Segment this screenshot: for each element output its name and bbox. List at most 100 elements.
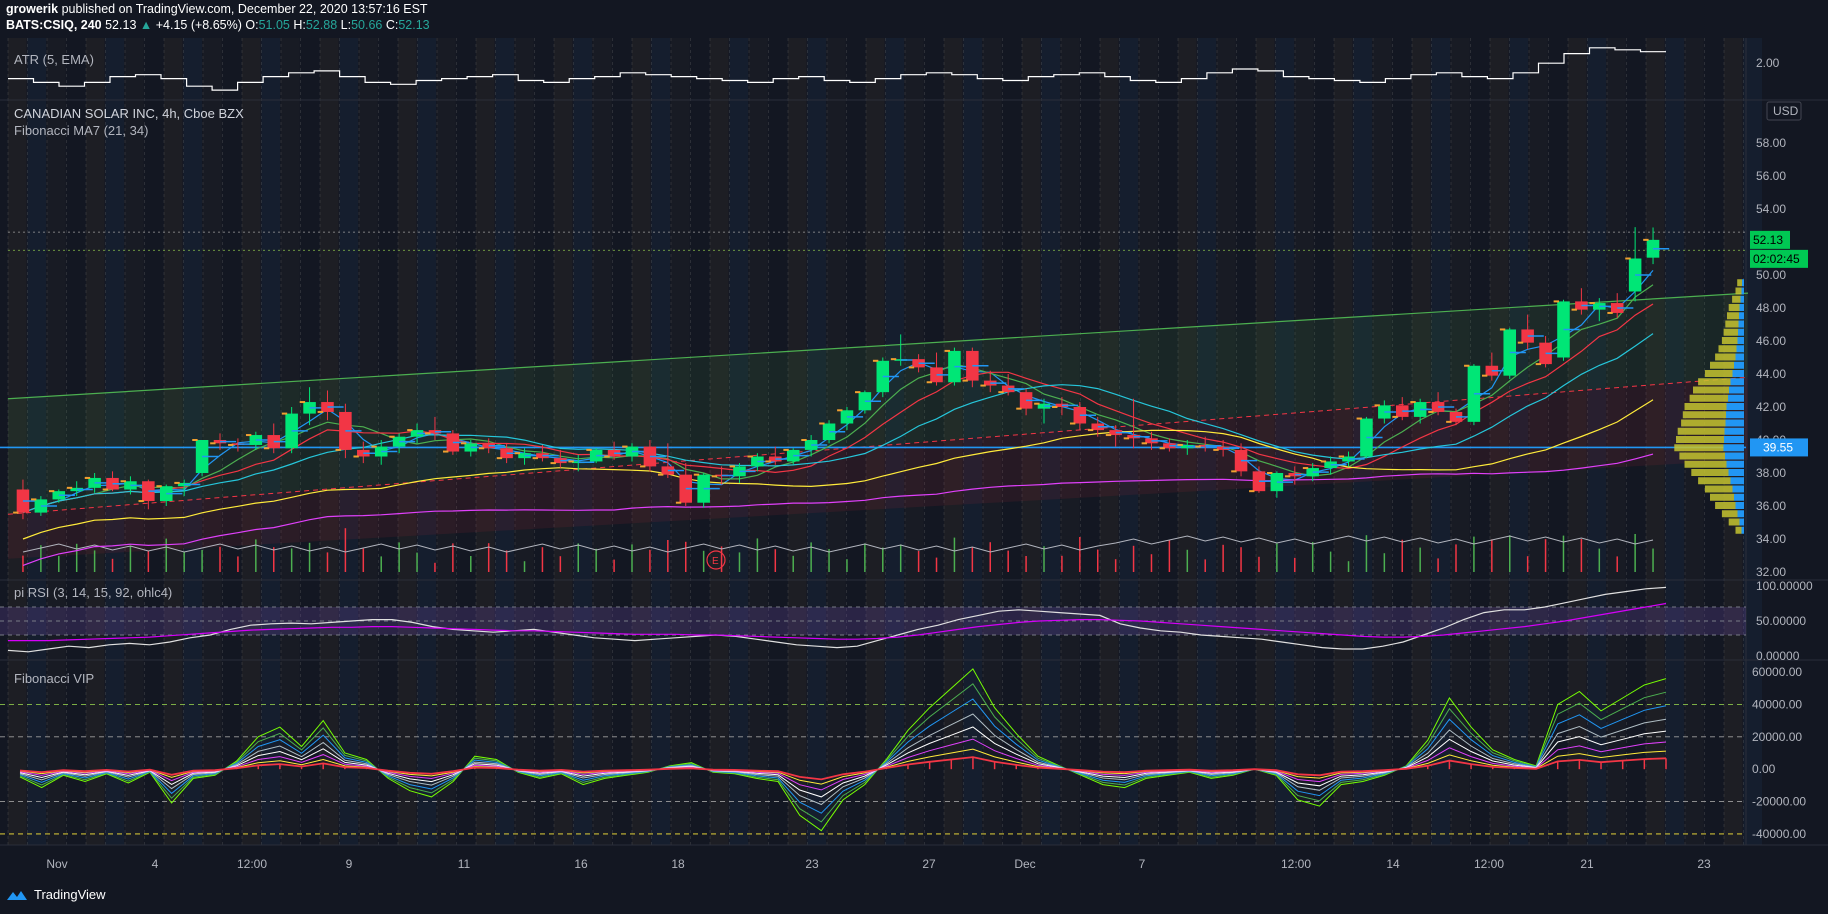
volume-profile-bar bbox=[1682, 411, 1726, 419]
volume-profile-bar bbox=[1676, 436, 1724, 443]
candle-profile-tick bbox=[1553, 300, 1559, 303]
candle-profile-tick bbox=[228, 443, 234, 446]
candle-profile-tick bbox=[872, 359, 879, 362]
volume-profile-bar bbox=[1725, 452, 1744, 460]
candle-profile-tick bbox=[496, 457, 503, 460]
candle-profile-tick bbox=[13, 511, 19, 514]
candle-profile-tick bbox=[855, 391, 861, 394]
candle-profile-tick bbox=[1267, 472, 1273, 474]
time-axis-tick: 18 bbox=[671, 857, 685, 871]
candle-profile-tick bbox=[693, 473, 700, 476]
time-axis-tick: Dec bbox=[1014, 857, 1035, 871]
candle-profile-tick bbox=[1607, 311, 1613, 314]
candle-profile-tick bbox=[1302, 467, 1309, 470]
volume-profile-bar bbox=[1738, 320, 1744, 328]
candle-profile-tick bbox=[747, 455, 753, 458]
candle-profile-tick bbox=[1356, 417, 1362, 420]
volume-profile-bar bbox=[1735, 526, 1742, 534]
rsi-tick: 0.00000 bbox=[1756, 649, 1800, 663]
candle-profile-tick bbox=[962, 379, 968, 382]
candle-profile-tick bbox=[1392, 415, 1398, 418]
volume-profile-bar bbox=[1723, 444, 1744, 452]
currency-label: USD bbox=[1773, 104, 1799, 118]
volume-profile-bar bbox=[1721, 337, 1738, 344]
candle-profile-tick bbox=[389, 435, 395, 438]
volume-profile-bar bbox=[1726, 460, 1744, 468]
brand-text: TradingView bbox=[34, 887, 106, 902]
volume-profile-bar bbox=[1741, 287, 1744, 295]
candle-profile-tick bbox=[675, 501, 682, 504]
candle-profile-tick bbox=[908, 366, 915, 369]
volume-profile-bar bbox=[1728, 518, 1740, 526]
volume-profile-bar bbox=[1689, 394, 1728, 402]
volume-profile-bar bbox=[1691, 469, 1729, 476]
atr-tick: 2.00 bbox=[1756, 56, 1780, 70]
time-axis-tick: 23 bbox=[1697, 857, 1711, 871]
volume-profile-bar bbox=[1681, 419, 1726, 427]
rsi-tick: 50.00000 bbox=[1756, 614, 1806, 628]
candle-profile-tick bbox=[84, 476, 91, 479]
volume-profile-bar bbox=[1710, 493, 1734, 501]
candle-profile-tick bbox=[1123, 437, 1130, 440]
volume-profile-bar bbox=[1738, 328, 1744, 336]
candle-profile-tick bbox=[460, 442, 467, 445]
candle-profile-tick bbox=[1374, 404, 1380, 407]
atr-pane-label[interactable]: ATR (5, EMA) bbox=[14, 52, 94, 67]
time-axis-tick: 12:00 bbox=[237, 857, 267, 871]
candle-profile-tick bbox=[640, 465, 646, 468]
candle-profile-tick bbox=[604, 455, 610, 458]
candle-profile-tick bbox=[1249, 490, 1255, 493]
candle-profile-tick bbox=[729, 465, 735, 468]
candle-profile-tick bbox=[550, 462, 556, 465]
volume-profile-bar bbox=[1721, 510, 1738, 518]
countdown-badge-text: 02:02:45 bbox=[1753, 252, 1800, 266]
tradingview-logo[interactable]: TradingView bbox=[6, 887, 106, 902]
time-axis-tick: 9 bbox=[346, 857, 353, 871]
volume-profile-bar bbox=[1742, 279, 1744, 287]
volume-profile-bar bbox=[1736, 345, 1744, 353]
volume-profile-bar bbox=[1735, 353, 1744, 361]
rsi-tick: 100.00000 bbox=[1756, 579, 1813, 593]
candle-profile-tick bbox=[890, 358, 897, 361]
time-axis-tick: 16 bbox=[574, 857, 588, 871]
candle-profile-tick bbox=[514, 452, 521, 455]
volume-profile-bar bbox=[1737, 337, 1744, 344]
price-tick: 42.00 bbox=[1756, 400, 1786, 414]
vip-pane-label[interactable]: Fibonacci VIP bbox=[14, 671, 94, 686]
volume-profile-bar bbox=[1715, 353, 1736, 361]
candle-profile-tick bbox=[1589, 302, 1595, 305]
main-pane-title[interactable]: CANADIAN SOLAR INC, 4h, Cboe BZX bbox=[14, 106, 244, 121]
candle-profile-tick bbox=[980, 384, 986, 387]
price-tick: 32.00 bbox=[1756, 565, 1786, 579]
time-axis-tick: 12:00 bbox=[1281, 857, 1311, 871]
volume-profile-bar bbox=[1734, 361, 1744, 369]
candle-profile-tick bbox=[1159, 447, 1165, 450]
rsi-pane-label[interactable]: pi RSI (3, 14, 15, 92, ohlc4) bbox=[14, 585, 172, 600]
candle-profile-tick bbox=[371, 445, 377, 448]
volume-profile-bar bbox=[1737, 510, 1744, 518]
candle-profile-tick bbox=[765, 460, 771, 463]
price-tick: 48.00 bbox=[1756, 301, 1786, 315]
ma-indicator-label[interactable]: Fibonacci MA7 (21, 34) bbox=[14, 123, 148, 138]
candle-profile-tick bbox=[586, 448, 592, 451]
volume-profile-bar bbox=[1724, 427, 1744, 435]
price-tick: 44.00 bbox=[1756, 367, 1786, 381]
candle-profile-tick bbox=[1499, 328, 1506, 331]
volume-profile-bar bbox=[1684, 403, 1727, 410]
candle-profile-tick bbox=[998, 391, 1004, 394]
volume-profile-bar bbox=[1728, 304, 1740, 311]
chart-canvas[interactable]: 2.00E58.0056.0054.0052.0050.0048.0046.00… bbox=[0, 0, 1828, 914]
candle-profile-tick bbox=[156, 485, 162, 488]
vip-tick: 60000.00 bbox=[1752, 665, 1802, 679]
volume-profile-bar bbox=[1740, 295, 1744, 303]
price-tick: 58.00 bbox=[1756, 136, 1786, 150]
vip-tick: 20000.00 bbox=[1752, 730, 1802, 744]
volume-profile-bar bbox=[1735, 287, 1742, 295]
candle-profile-tick bbox=[120, 480, 126, 483]
candle-profile-tick bbox=[1141, 442, 1147, 445]
volume-profile-bar bbox=[1739, 304, 1744, 311]
candle-profile-tick bbox=[1213, 448, 1219, 451]
candle-profile-tick bbox=[407, 429, 413, 432]
price-tick: 36.00 bbox=[1756, 499, 1786, 513]
candle-profile-tick bbox=[263, 447, 270, 450]
